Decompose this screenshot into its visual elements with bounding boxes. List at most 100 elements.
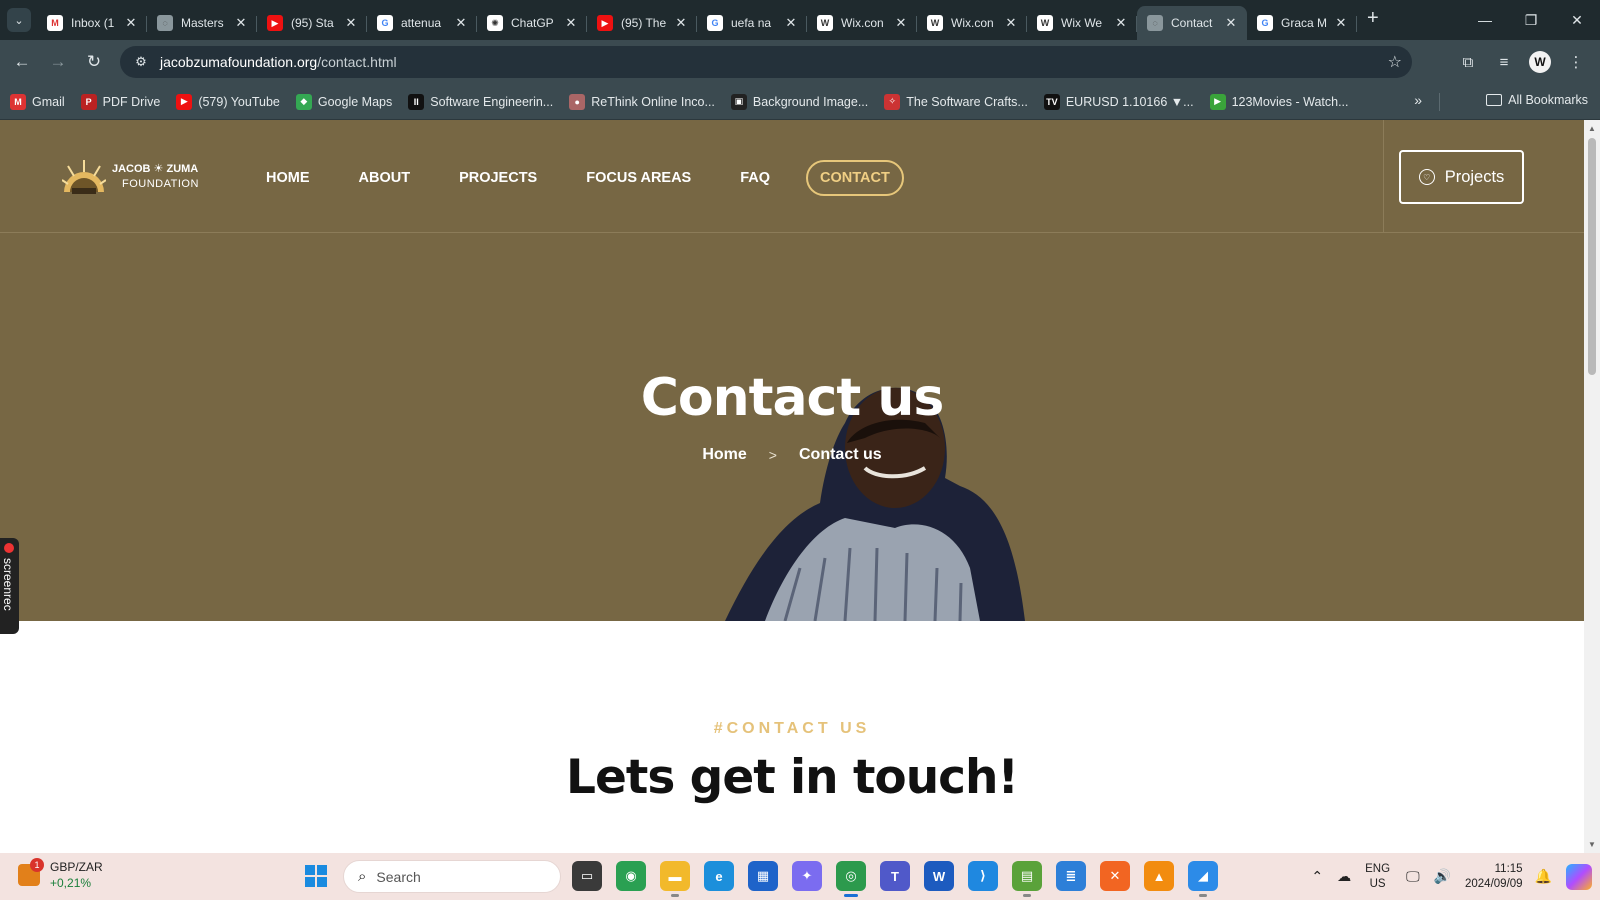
clock[interactable]: 11:15 2024/09/09 xyxy=(1465,862,1523,892)
screenrec-widget[interactable]: screenrec xyxy=(0,538,19,634)
close-tab-icon[interactable]: ✕ xyxy=(1223,15,1239,31)
projects-button[interactable]: ♡ Projects xyxy=(1399,150,1524,204)
close-tab-icon[interactable]: ✕ xyxy=(893,15,909,31)
bookmark-item[interactable]: ✧ The Software Crafts... xyxy=(884,93,1028,110)
new-tab-button[interactable]: + xyxy=(1367,7,1379,30)
close-tab-icon[interactable]: ✕ xyxy=(233,15,249,31)
taskbar-search[interactable]: ⌕ Search xyxy=(343,860,561,893)
chevron-up-icon[interactable]: ⌃ xyxy=(1311,868,1323,885)
wix-icon: W xyxy=(927,15,943,31)
excel-chart-icon[interactable]: ▤ xyxy=(1012,861,1042,897)
photos-icon[interactable]: ◢ xyxy=(1188,861,1218,897)
foundation-logo[interactable]: JACOB ☀ ZUMA FOUNDATION xyxy=(62,158,199,196)
restore-button[interactable]: ❐ xyxy=(1508,0,1554,40)
scrollbar-thumb[interactable] xyxy=(1588,138,1596,375)
close-window-button[interactable]: ✕ xyxy=(1554,0,1600,40)
profile-avatar[interactable]: W xyxy=(1529,51,1551,73)
media-controls-icon[interactable]: ≡ xyxy=(1486,44,1522,80)
nav-contact[interactable]: CONTACT xyxy=(806,160,904,196)
bookmarks-overflow-icon[interactable]: » xyxy=(1414,92,1422,108)
browser-tab[interactable]: ◌ Masters ✕ xyxy=(147,6,257,40)
reload-button[interactable]: ↻ xyxy=(76,44,112,80)
browser-tab[interactable]: ▶ (95) Sta ✕ xyxy=(257,6,367,40)
breadcrumb-home-link[interactable]: Home xyxy=(702,446,746,464)
menu-kebab-icon[interactable]: ⋮ xyxy=(1558,44,1594,80)
tab-search-button[interactable]: ⌄ xyxy=(7,8,31,32)
browser-tab[interactable]: W Wix.con ✕ xyxy=(917,6,1027,40)
store-icon[interactable]: ▦ xyxy=(748,861,778,891)
close-tab-icon[interactable]: ✕ xyxy=(783,15,799,31)
copilot-icon[interactable] xyxy=(1566,863,1592,890)
clock-date: 2024/09/09 xyxy=(1465,877,1523,890)
bookmark-item[interactable]: M Gmail xyxy=(10,93,65,110)
bookmark-star-icon[interactable]: ☆ xyxy=(1388,52,1402,72)
vlc-icon[interactable]: ▲ xyxy=(1144,861,1174,891)
browser-tab[interactable]: ✺ ChatGP ✕ xyxy=(477,6,587,40)
page-scrollbar[interactable]: ▲ ▼ xyxy=(1584,120,1600,853)
task-view-icon[interactable]: ▭ xyxy=(572,861,602,891)
file-explorer-icon[interactable]: ▬ xyxy=(660,861,690,897)
cloud-offline-icon[interactable]: ☁ xyxy=(1337,868,1351,885)
browser-tab[interactable]: W Wix We ✕ xyxy=(1027,6,1137,40)
bookmark-item[interactable]: ▣ Background Image... xyxy=(730,93,868,110)
volume-icon[interactable]: 🔊 xyxy=(1434,868,1451,885)
ticker-widget[interactable]: 1 GBP/ZAR +0,21% xyxy=(18,858,103,891)
url-text[interactable]: jacobzumafoundation.org/contact.html xyxy=(160,54,397,70)
close-tab-icon[interactable]: ✕ xyxy=(123,15,139,31)
scroll-down-arrow-icon[interactable]: ▼ xyxy=(1588,840,1596,849)
start-button[interactable] xyxy=(305,865,327,887)
bookmark-item[interactable]: ● ReThink Online Inco... xyxy=(569,93,715,110)
bookmark-item[interactable]: II Software Engineerin... xyxy=(408,93,553,110)
chrome-profile-icon[interactable]: ◉ xyxy=(616,861,646,891)
image-icon: ▣ xyxy=(730,93,747,110)
browser-tab[interactable]: ◌ Contact ✕ xyxy=(1137,6,1247,40)
teams-icon[interactable]: T xyxy=(880,861,910,891)
close-tab-icon[interactable]: ✕ xyxy=(453,15,469,31)
forward-button[interactable]: → xyxy=(40,44,76,80)
bookmark-label: EURUSD 1.10166 ▼... xyxy=(1065,94,1194,109)
copilot-app-icon[interactable]: ✦ xyxy=(792,861,822,891)
network-icon[interactable]: 🖵 xyxy=(1406,868,1420,885)
logo-text: JACOB ☀ ZUMA FOUNDATION xyxy=(112,162,199,192)
google-icon: G xyxy=(1257,15,1273,31)
close-tab-icon[interactable]: ✕ xyxy=(1113,15,1129,31)
nav-focus-areas[interactable]: FOCUS AREAS xyxy=(586,170,691,186)
address-bar[interactable]: ⚙ jacobzumafoundation.org/contact.html ☆ xyxy=(120,46,1412,78)
close-tab-icon[interactable]: ✕ xyxy=(563,15,579,31)
nav-projects[interactable]: PROJECTS xyxy=(459,170,537,186)
tab-title: Wix.con xyxy=(841,16,884,30)
gmail-icon: M xyxy=(47,15,63,31)
browser-tab[interactable]: Gattenua ✕ xyxy=(367,6,477,40)
browser-tab[interactable]: Guefa na ✕ xyxy=(697,6,807,40)
extensions-icon[interactable]: ⧉ xyxy=(1450,44,1486,80)
vscode-icon[interactable]: ⟩ xyxy=(968,861,998,891)
chrome-icon[interactable]: ◎ xyxy=(836,861,866,897)
edge-icon[interactable]: e xyxy=(704,861,734,891)
browser-tab[interactable]: W Wix.con ✕ xyxy=(807,6,917,40)
browser-tab[interactable]: M Inbox (1 ✕ xyxy=(37,6,147,40)
notepad-icon[interactable]: ≣ xyxy=(1056,861,1086,891)
nav-faq[interactable]: FAQ xyxy=(740,170,770,186)
browser-tab[interactable]: G Graca M ✕ xyxy=(1247,6,1357,40)
notifications-icon[interactable]: 🔔 xyxy=(1535,868,1552,885)
scroll-up-arrow-icon[interactable]: ▲ xyxy=(1588,124,1596,133)
bookmark-item[interactable]: ▶ (579) YouTube xyxy=(176,93,280,110)
bookmark-item[interactable]: TV EURUSD 1.10166 ▼... xyxy=(1043,93,1194,110)
close-tab-icon[interactable]: ✕ xyxy=(673,15,689,31)
site-info-icon[interactable]: ⚙ xyxy=(126,54,156,70)
xampp-icon[interactable]: ✕ xyxy=(1100,861,1130,891)
close-tab-icon[interactable]: ✕ xyxy=(343,15,359,31)
close-tab-icon[interactable]: ✕ xyxy=(1003,15,1019,31)
back-button[interactable]: ← xyxy=(4,44,40,80)
language-indicator[interactable]: ENG US xyxy=(1365,862,1390,892)
bookmark-item[interactable]: P PDF Drive xyxy=(80,93,160,110)
browser-tab[interactable]: ▶ (95) The ✕ xyxy=(587,6,697,40)
bookmark-item[interactable]: ◆ Google Maps xyxy=(295,93,392,110)
nav-home[interactable]: HOME xyxy=(266,170,310,186)
word-icon[interactable]: W xyxy=(924,861,954,891)
bookmark-item[interactable]: ▶ 123Movies - Watch... xyxy=(1209,93,1349,110)
nav-about[interactable]: ABOUT xyxy=(359,170,411,186)
close-tab-icon[interactable]: ✕ xyxy=(1333,15,1349,31)
minimize-button[interactable]: — xyxy=(1462,0,1508,40)
all-bookmarks-button[interactable]: All Bookmarks xyxy=(1486,93,1588,107)
